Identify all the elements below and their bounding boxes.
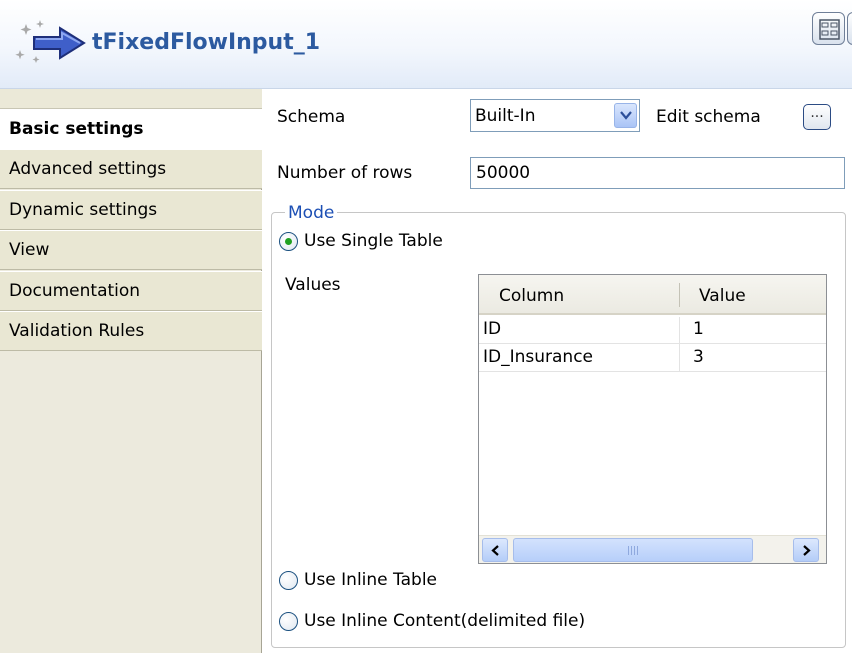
single-table-label[interactable]: Use Single Table [304,231,443,251]
header-separator[interactable] [679,283,680,307]
inline-table-label[interactable]: Use Inline Table [304,570,437,590]
tab-dynamic-settings[interactable]: Dynamic settings [0,190,262,230]
column-header-value[interactable]: Value [699,286,746,306]
sidebar-top-strip [0,89,262,109]
component-title: tFixedFlowInput_1 [92,30,321,55]
secondary-view-button[interactable] [847,12,852,45]
layout-toggle-button[interactable] [812,12,845,45]
schema-select[interactable]: Built-In [470,99,640,132]
horizontal-scrollbar[interactable] [479,535,826,563]
scroll-left-icon[interactable] [482,538,508,562]
inline-content-radio[interactable] [279,612,298,631]
table-cell-column[interactable]: ID [483,319,501,339]
tab-documentation[interactable]: Documentation [0,271,262,311]
scrollbar-thumb[interactable] [513,538,753,562]
tab-basic-settings[interactable]: Basic settings [0,109,263,149]
table-row[interactable]: ID 1 [479,317,826,344]
schema-selected-value: Built-In [475,106,536,126]
rows-label: Number of rows [277,163,413,183]
inline-table-radio[interactable] [279,571,298,590]
edit-schema-button[interactable]: ... [803,104,831,130]
chevron-down-icon[interactable] [614,103,637,128]
mode-legend: Mode [285,203,338,223]
scrollbar-grip [628,546,640,555]
schema-label: Schema [277,107,346,127]
fixed-flow-arrow-icon [15,20,86,63]
column-separator [679,317,680,371]
inline-content-label[interactable]: Use Inline Content(delimited file) [304,611,585,631]
table-row[interactable]: ID_Insurance 3 [479,345,826,372]
column-header-column[interactable]: Column [499,286,564,306]
layout-grid-icon [819,19,840,40]
settings-sidebar: Basic settings Advanced settings Dynamic… [0,89,263,653]
tab-validation-rules[interactable]: Validation Rules [0,311,262,351]
edit-schema-label: Edit schema [656,107,761,127]
radio-selected-dot [285,238,292,245]
tab-view[interactable]: View [0,230,262,270]
rows-input[interactable]: 50000 [470,157,845,189]
scroll-right-icon[interactable] [793,538,819,562]
tab-advanced-settings[interactable]: Advanced settings [0,149,262,189]
table-cell-value[interactable]: 3 [693,347,704,367]
table-cell-value[interactable]: 1 [693,319,704,339]
component-header: tFixedFlowInput_1 [0,0,852,88]
table-header: Column Value [479,275,826,315]
single-table-radio[interactable] [279,232,298,251]
values-table[interactable]: Column Value ID 1 ID_Insurance 3 [478,274,827,564]
table-cell-column[interactable]: ID_Insurance [483,347,593,367]
values-label: Values [285,275,341,295]
